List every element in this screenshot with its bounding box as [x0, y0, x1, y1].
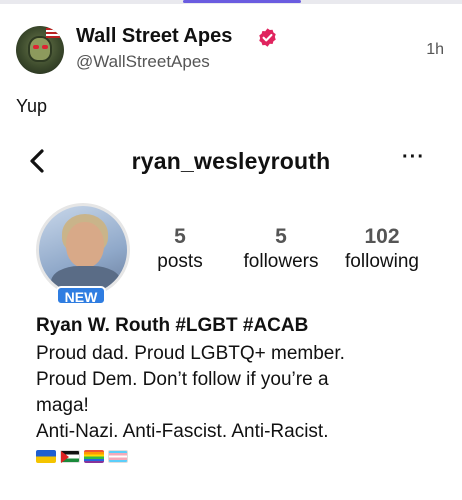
post-header: Wall Street Apes @WallStreetApes 1h: [16, 22, 446, 78]
stat-following-label: following: [345, 251, 419, 272]
profile-picture: [36, 203, 130, 297]
stat-following: 102 following: [334, 225, 430, 273]
ukraine-flag-icon: [36, 450, 56, 463]
trans-flag-icon: [108, 450, 128, 463]
active-tab-bar: [183, 0, 301, 3]
pride-flag-icon: [84, 450, 104, 463]
embedded-profile-screenshot[interactable]: ryan_wesleyrouth ··· NEW 5 posts 5 follo…: [0, 130, 462, 500]
author-avatar[interactable]: [16, 26, 64, 74]
avatar-flag: [46, 28, 60, 38]
profile-picture-head: [66, 222, 104, 268]
bio-flag-icons: [36, 450, 128, 464]
avatar-eye-left: [33, 45, 39, 49]
avatar-face: [28, 36, 52, 62]
bio-name: Ryan W. Routh #LGBT #ACAB: [36, 315, 309, 336]
bio-line: Proud Dem. Don’t follow if you’re a: [36, 369, 329, 390]
verified-badge-icon: [259, 28, 276, 47]
more-options-icon: ···: [402, 146, 425, 168]
bio-line: maga!: [36, 395, 89, 416]
post-timestamp: 1h: [426, 41, 444, 58]
author-display-name[interactable]: Wall Street Apes: [76, 25, 232, 48]
stat-followers-label: followers: [243, 251, 319, 272]
stat-following-value: 102: [364, 225, 400, 248]
stat-posts: 5 posts: [150, 225, 210, 273]
bio-line: Anti-Nazi. Anti-Fascist. Anti-Racist.: [36, 421, 329, 442]
stat-posts-value: 5: [174, 225, 186, 248]
palestine-flag-icon: [60, 450, 80, 463]
profile-username: ryan_wesleyrouth: [131, 148, 331, 174]
bio-line: Proud dad. Proud LGBTQ+ member.: [36, 343, 345, 364]
stat-followers-value: 5: [275, 225, 287, 248]
avatar-eye-right: [42, 45, 48, 49]
post-text: Yup: [16, 96, 48, 116]
new-badge: NEW: [56, 286, 106, 305]
author-handle[interactable]: @WallStreetApes: [76, 52, 210, 72]
stat-followers: 5 followers: [233, 225, 329, 273]
stat-posts-label: posts: [157, 251, 203, 272]
top-tab-indicator: [0, 0, 462, 4]
